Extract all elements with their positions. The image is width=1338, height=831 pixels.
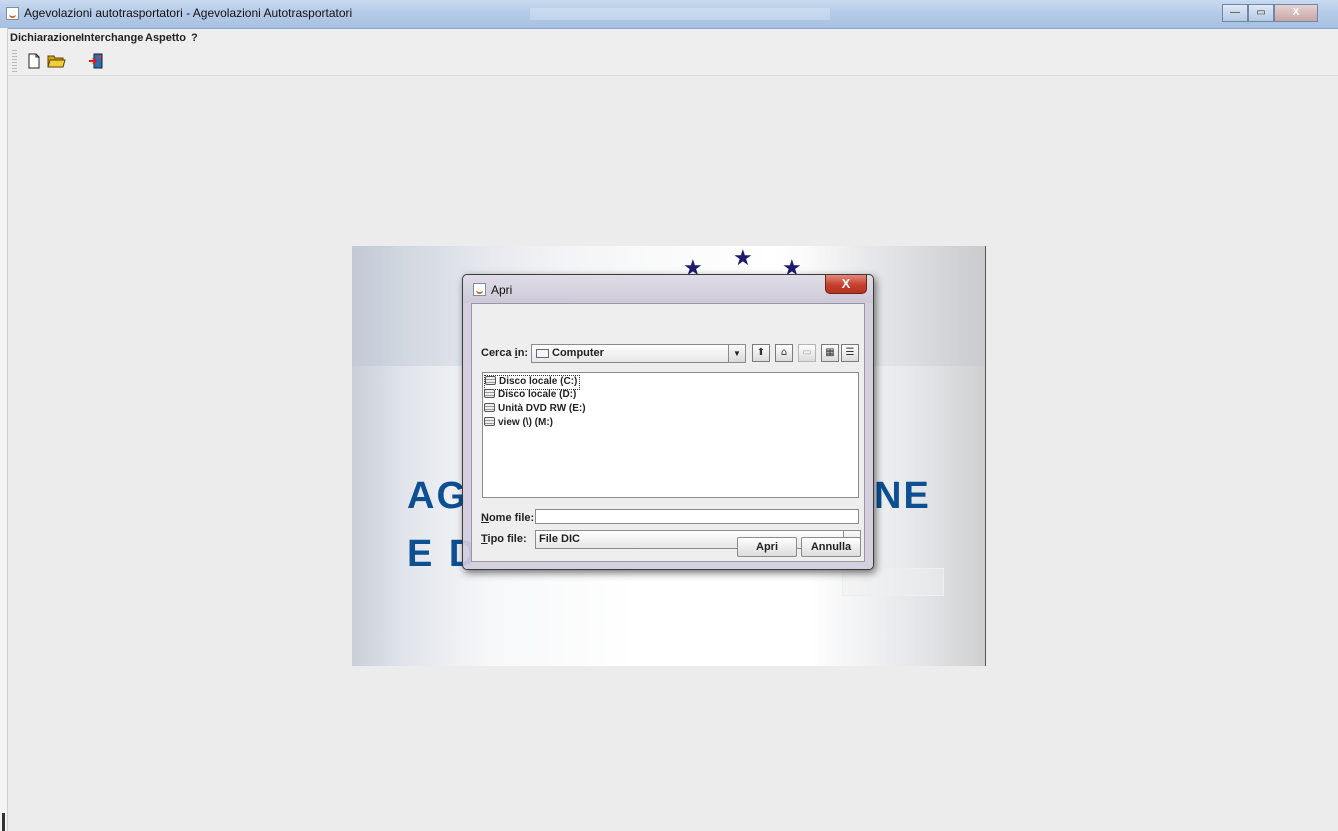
cancel-button[interactable]: Annulla <box>801 537 861 557</box>
network-drive-icon <box>484 417 495 426</box>
close-button[interactable]: X <box>1274 4 1318 22</box>
splash-title-line1-right: NE <box>874 475 931 517</box>
list-item-drive-e[interactable]: Unità DVD RW (E:) <box>484 403 586 416</box>
hard-drive-icon <box>485 376 496 385</box>
details-view-icon[interactable]: ☰ <box>841 344 859 362</box>
maximize-button[interactable]: ▭ <box>1248 4 1274 22</box>
new-folder-icon: ▭ <box>798 344 816 362</box>
java-app-icon <box>6 7 19 20</box>
dialog-close-button[interactable]: X <box>825 275 867 294</box>
filename-label: Nome file: <box>481 512 535 524</box>
dialog-content: Cerca in: Computer ▼ ⬆ ⌂ ▭ ▦ ☰ Disco loc… <box>471 303 865 562</box>
window-title-bar: Agevolazioni autotrasportatori - Agevola… <box>0 0 1338 29</box>
up-one-level-icon[interactable]: ⬆ <box>752 344 770 362</box>
menu-interchange[interactable]: Interchange <box>81 32 143 44</box>
menu-bar: Dichiarazione Interchange Aspetto ? <box>8 29 1338 47</box>
menu-dichiarazione[interactable]: Dichiarazione <box>10 32 82 44</box>
look-in-label: Cerca in: <box>481 347 529 359</box>
dialog-title-bar[interactable]: Apri X <box>463 275 873 303</box>
filename-input[interactable] <box>535 509 859 524</box>
hard-drive-icon <box>484 389 495 398</box>
star-icon: ★ <box>733 246 753 271</box>
exit-door-icon[interactable] <box>86 51 106 71</box>
window-title: Agevolazioni autotrasportatori - Agevola… <box>24 6 353 20</box>
splash-title-line1-left: AG <box>407 475 468 517</box>
home-icon[interactable]: ⌂ <box>775 344 793 362</box>
toolbar <box>8 47 1338 76</box>
chevron-down-icon[interactable]: ▼ <box>728 345 745 362</box>
look-in-combobox[interactable]: Computer ▼ <box>531 344 746 363</box>
open-folder-icon[interactable] <box>46 51 66 71</box>
new-document-icon[interactable] <box>24 51 44 71</box>
list-item-drive-d[interactable]: Disco locale (D:) <box>484 389 576 402</box>
dvd-drive-icon <box>484 403 495 412</box>
menu-aspetto[interactable]: Aspetto <box>145 32 186 44</box>
menu-help[interactable]: ? <box>191 32 198 44</box>
list-item-drive-c[interactable]: Disco locale (C:) <box>484 375 581 390</box>
window-left-border <box>0 28 8 831</box>
filetype-label: Tipo file: <box>481 533 527 545</box>
toolbar-grip[interactable] <box>12 50 17 72</box>
minimize-button[interactable]: — <box>1222 4 1248 22</box>
file-list[interactable]: Disco locale (C:) Disco locale (D:) Unit… <box>482 372 859 498</box>
open-button[interactable]: Apri <box>737 537 797 557</box>
list-item-drive-m[interactable]: view (\) (M:) <box>484 417 553 430</box>
background-window-ghost <box>530 8 830 20</box>
list-view-icon[interactable]: ▦ <box>821 344 839 362</box>
java-dialog-icon <box>473 283 486 296</box>
dialog-title: Apri <box>491 283 513 297</box>
open-file-dialog: Apri X Cerca in: Computer ▼ ⬆ ⌂ ▭ ▦ ☰ Di… <box>462 274 874 570</box>
computer-folder-icon <box>536 349 549 358</box>
